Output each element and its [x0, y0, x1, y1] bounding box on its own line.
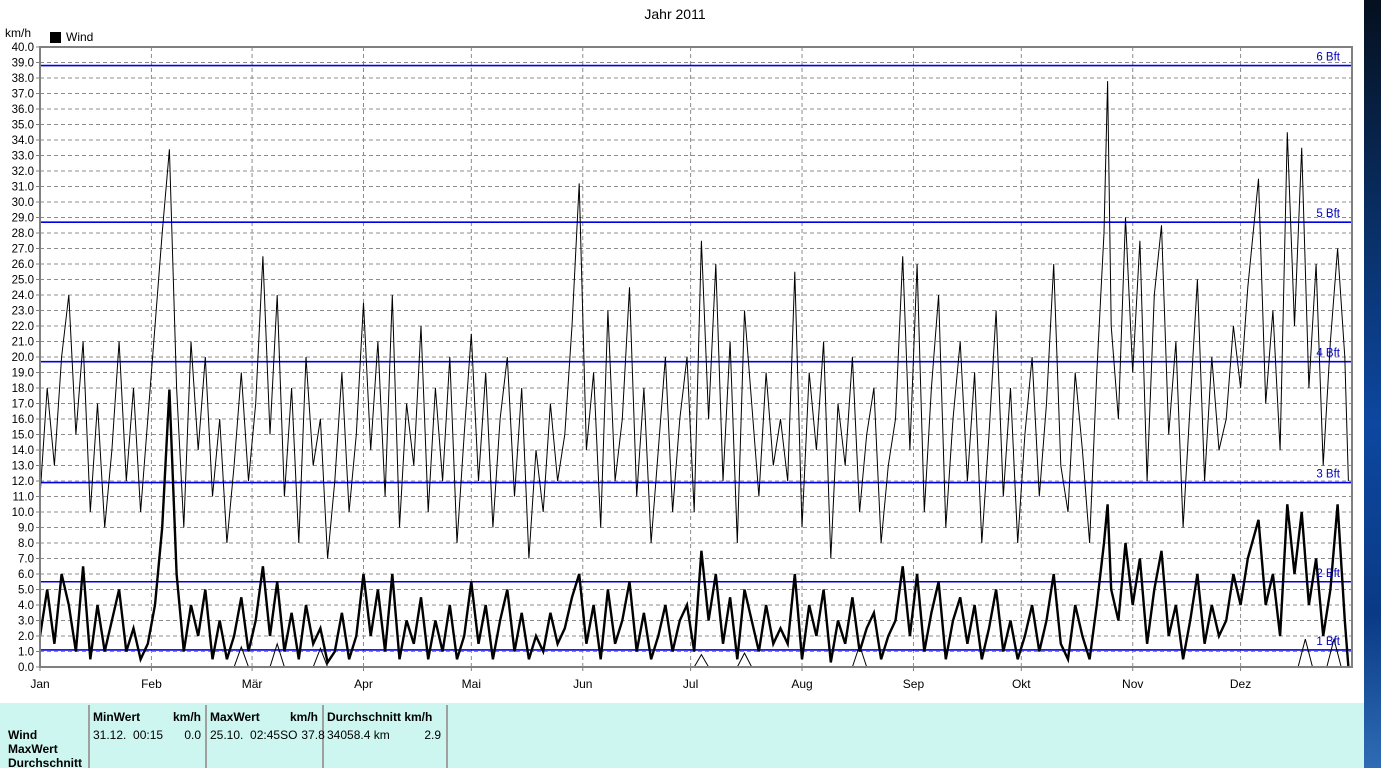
- y-tick-label: 14.0: [12, 445, 34, 457]
- y-tick-label: 24.0: [12, 290, 34, 302]
- y-tick-label: 21.0: [12, 337, 34, 349]
- maxwert-value-cell: 25.10. 02:45 SO 37.8: [210, 728, 325, 742]
- y-tick-label: 26.0: [12, 259, 34, 271]
- table-separator: [205, 705, 207, 768]
- desktop-background-strip: [1364, 0, 1381, 768]
- wind-year-chart-window: Jahr 2011 km/h Wind 0.0 1.0 2.0 3.0 4.0 5.0 6.…: [0, 0, 1381, 768]
- beaufort-label: 1 Bft: [1316, 636, 1340, 648]
- y-tick-label: 13.0: [12, 461, 34, 473]
- avg-header: Durchschnitt km/h: [327, 710, 441, 724]
- y-tick-label: 18.0: [12, 383, 34, 395]
- y-tick-label: 9.0: [18, 523, 34, 535]
- month-label: Mär: [242, 677, 263, 691]
- month-label: Nov: [1122, 677, 1143, 691]
- y-tick-label: 20.0: [12, 352, 34, 364]
- y-tick-label: 11.0: [12, 492, 34, 504]
- y-tick-label: 36.0: [12, 104, 34, 116]
- maxwert-direction: SO: [280, 728, 298, 742]
- month-label: Dez: [1230, 677, 1251, 691]
- y-tick-label: 6.0: [18, 569, 34, 581]
- row-label-durchschnitt: Durchschnitt: [8, 756, 83, 768]
- avg-value: 2.9: [424, 728, 441, 742]
- month-label: Feb: [141, 677, 162, 691]
- y-tick-label: 31.0: [12, 182, 34, 194]
- month-label: Apr: [354, 677, 373, 691]
- minwert-header-label: MinWert: [93, 710, 141, 724]
- month-label: Okt: [1012, 677, 1031, 691]
- y-tick-label: 28.0: [12, 228, 34, 240]
- y-tick-label: 25.0: [12, 275, 34, 287]
- row-label-maxwert: MaxWert: [8, 742, 58, 756]
- avg-value-cell: 34058.4 km 2.9: [327, 728, 441, 742]
- month-label: Aug: [791, 677, 812, 691]
- y-tick-label: 1.0: [18, 647, 34, 659]
- month-label: Sep: [903, 677, 925, 691]
- y-tick-label: 37.0: [12, 89, 34, 101]
- y-tick-label: 22.0: [12, 321, 34, 333]
- beaufort-label: 4 Bft: [1316, 348, 1340, 360]
- y-tick-label: 12.0: [12, 476, 34, 488]
- y-tick-label: 40.0: [12, 42, 34, 54]
- maxwert-header-label: MaxWert: [210, 710, 260, 724]
- beaufort-label: 2 Bft: [1316, 568, 1340, 580]
- y-tick-label: 30.0: [12, 197, 34, 209]
- stats-table: Wind MaxWert Durchschnitt MinWert km/h M…: [0, 703, 1364, 768]
- beaufort-label: 3 Bft: [1316, 469, 1340, 481]
- month-label: Jun: [573, 677, 592, 691]
- beaufort-label: 6 Bft: [1316, 52, 1340, 64]
- y-tick-label: 35.0: [12, 120, 34, 132]
- y-tick-label: 19.0: [12, 368, 34, 380]
- maxwert-header: MaxWert km/h: [210, 710, 318, 724]
- beaufort-label: 5 Bft: [1316, 208, 1340, 220]
- row-label-wind: Wind: [8, 728, 38, 742]
- y-tick-label: 15.0: [12, 430, 34, 442]
- y-tick-label: 38.0: [12, 73, 34, 85]
- y-tick-label: 7.0: [18, 554, 34, 566]
- y-tick-label: 3.0: [18, 616, 34, 628]
- avg-header-label: Durchschnitt km/h: [327, 710, 433, 724]
- minwert-value-cell: 31.12. 00:15 0.0: [93, 728, 201, 742]
- y-tick-label: 0.0: [18, 662, 34, 674]
- wind-chart: 0.0 1.0 2.0 3.0 4.0 5.0 6.0 7.0 8.0 9.0 10.0 11.0 12…: [12, 42, 1353, 691]
- month-label: Jan: [30, 677, 49, 691]
- maxwert-header-unit: km/h: [289, 710, 318, 724]
- y-tick-label: 23.0: [12, 306, 34, 318]
- minwert-datetime: 31.12. 00:15: [93, 728, 164, 742]
- avg-distance: 34058.4 km: [327, 728, 390, 742]
- y-tick-label: 4.0: [18, 600, 34, 612]
- minwert-header: MinWert km/h: [93, 710, 201, 724]
- y-tick-label: 32.0: [12, 166, 34, 178]
- maxwert-datetime: 25.10. 02:45: [210, 728, 281, 742]
- y-tick-label: 2.0: [18, 631, 34, 643]
- table-separator: [88, 705, 90, 768]
- y-tick-label: 33.0: [12, 151, 34, 163]
- y-tick-label: 10.0: [12, 507, 34, 519]
- maxwert-value: 37.8: [301, 728, 325, 742]
- y-tick-label: 29.0: [12, 213, 34, 225]
- minwert-value: 0.0: [184, 728, 201, 742]
- y-tick-label: 39.0: [12, 58, 34, 70]
- month-label: Jul: [683, 677, 698, 691]
- y-tick-label: 8.0: [18, 538, 34, 550]
- table-separator: [446, 705, 448, 768]
- y-tick-label: 16.0: [12, 414, 34, 426]
- y-tick-label: 27.0: [12, 244, 34, 256]
- y-tick-label: 17.0: [12, 399, 34, 411]
- month-label: Mai: [462, 677, 481, 691]
- y-tick-label: 5.0: [18, 585, 34, 597]
- minwert-header-unit: km/h: [172, 710, 201, 724]
- y-tick-label: 34.0: [12, 135, 34, 147]
